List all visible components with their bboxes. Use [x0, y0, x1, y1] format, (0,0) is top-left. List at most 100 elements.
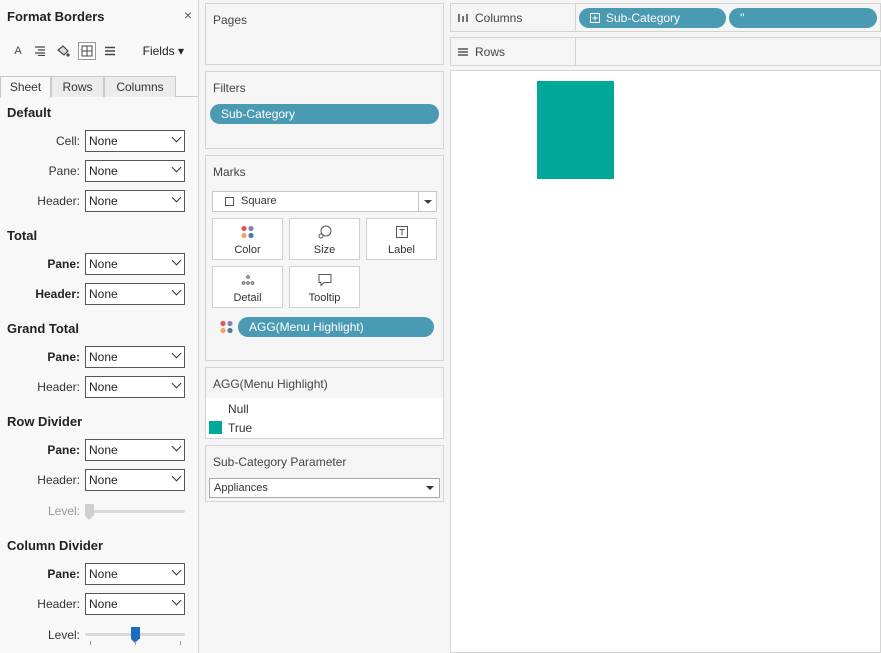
- expand-icon[interactable]: [590, 13, 600, 23]
- grand-total-pane-label: Pane:: [47, 350, 80, 364]
- chevron-down-icon: [171, 348, 182, 359]
- filters-card[interactable]: Filters Sub-Category: [205, 71, 444, 149]
- row-divider-level-label: Level:: [47, 504, 80, 518]
- columns-pill-sub-category[interactable]: Sub-Category: [579, 8, 726, 28]
- chevron-down-icon: [171, 162, 182, 173]
- rows-icon: [458, 48, 468, 56]
- default-header-label: Header:: [37, 194, 80, 208]
- row-divider-header-select[interactable]: None: [85, 469, 185, 491]
- chevron-down-icon: [171, 595, 182, 606]
- color-pill-menu-highlight[interactable]: AGG(Menu Highlight): [238, 317, 434, 337]
- column-divider-pane-select[interactable]: None: [85, 563, 185, 585]
- rows-shelf[interactable]: Rows: [450, 37, 881, 66]
- pages-title: Pages: [213, 13, 248, 27]
- legend-swatch-true[interactable]: [209, 421, 222, 434]
- legend-item-true[interactable]: True: [228, 421, 252, 435]
- section-row-divider-title: Row Divider: [7, 414, 83, 429]
- legend-body: Null True: [206, 398, 443, 438]
- font-tool-icon[interactable]: A: [9, 42, 27, 60]
- parameter-select[interactable]: Appliances: [209, 478, 440, 498]
- lines-tool-icon[interactable]: [101, 42, 119, 60]
- size-icon: [290, 225, 359, 239]
- chevron-down-icon: [171, 378, 182, 389]
- rows-shelf-label: Rows: [457, 45, 505, 59]
- section-total-title: Total: [7, 228, 38, 243]
- size-button[interactable]: Size: [289, 218, 360, 260]
- section-column-divider-title: Column Divider: [7, 538, 104, 553]
- close-icon[interactable]: ×: [184, 7, 192, 23]
- default-header-select[interactable]: None: [85, 190, 185, 212]
- tooltip-icon: [290, 273, 359, 287]
- default-cell-select[interactable]: None: [85, 130, 185, 152]
- chevron-down-icon: [171, 255, 182, 266]
- chevron-down-icon: [171, 471, 182, 482]
- total-pane-select[interactable]: None: [85, 253, 185, 275]
- grand-total-pane-select[interactable]: None: [85, 346, 185, 368]
- row-divider-pane-select[interactable]: None: [85, 439, 185, 461]
- dropdown-arrow-icon: [426, 486, 434, 490]
- square-mark[interactable]: [537, 81, 614, 179]
- total-pane-label: Pane:: [47, 257, 80, 271]
- default-cell-label: Cell:: [55, 134, 80, 148]
- color-icon: [213, 225, 282, 239]
- mark-type-select[interactable]: Square: [212, 191, 437, 212]
- row-divider-header-label: Header:: [37, 473, 80, 487]
- fields-dropdown[interactable]: Fields ▾: [143, 44, 184, 58]
- borders-tool-icon[interactable]: [78, 42, 96, 60]
- columns-shelf[interactable]: Columns Sub-Category '': [450, 3, 881, 32]
- format-tabs: Sheet Rows Columns: [0, 76, 198, 98]
- marks-card: Marks Square Color Size Label Detail Too…: [205, 155, 444, 361]
- legend-item-null[interactable]: Null: [228, 402, 249, 416]
- row-divider-pane-label: Pane:: [47, 443, 80, 457]
- detail-icon: [213, 273, 282, 287]
- tab-rows[interactable]: Rows: [51, 76, 104, 97]
- chevron-down-icon: [171, 285, 182, 296]
- parameter-card: Sub-Category Parameter Appliances: [205, 445, 444, 502]
- parameter-title: Sub-Category Parameter: [213, 455, 347, 469]
- chevron-down-icon: [171, 565, 182, 576]
- view-canvas[interactable]: [450, 70, 881, 653]
- column-divider-level-label: Level:: [47, 628, 80, 642]
- total-header-label: Header:: [35, 287, 80, 301]
- format-pane: Format Borders × A Fields ▾ Sheet Rows C…: [0, 0, 199, 653]
- label-button[interactable]: Label: [366, 218, 437, 260]
- color-button[interactable]: Color: [212, 218, 283, 260]
- total-header-select[interactable]: None: [85, 283, 185, 305]
- pages-card[interactable]: Pages: [205, 3, 444, 65]
- legend-title: AGG(Menu Highlight): [213, 377, 328, 391]
- filter-pill-sub-category[interactable]: Sub-Category: [210, 104, 439, 124]
- section-grand-total-title: Grand Total: [7, 321, 79, 336]
- column-divider-pane-label: Pane:: [47, 567, 80, 581]
- legend-card: AGG(Menu Highlight) Null True: [205, 367, 444, 439]
- columns-icon: [458, 14, 468, 22]
- filters-title: Filters: [213, 81, 246, 95]
- chevron-down-icon: [171, 192, 182, 203]
- detail-button[interactable]: Detail: [212, 266, 283, 308]
- chevron-down-icon: [171, 132, 182, 143]
- slider-ticks: [85, 641, 185, 645]
- section-default-title: Default: [7, 105, 52, 120]
- format-pane-title: Format Borders: [7, 9, 105, 24]
- row-divider-level-slider[interactable]: [85, 504, 185, 520]
- columns-shelf-label: Columns: [457, 11, 522, 25]
- tab-sheet[interactable]: Sheet: [0, 76, 51, 98]
- slider-thumb[interactable]: [85, 504, 94, 520]
- marks-title: Marks: [213, 165, 246, 179]
- legend-swatch-null[interactable]: [209, 402, 222, 415]
- alignment-tool-icon[interactable]: [31, 42, 49, 60]
- default-pane-select[interactable]: None: [85, 160, 185, 182]
- dropdown-arrow-icon: [418, 192, 436, 211]
- grand-total-header-select[interactable]: None: [85, 376, 185, 398]
- square-icon: [225, 197, 234, 206]
- tab-columns[interactable]: Columns: [104, 76, 176, 97]
- column-divider-header-label: Header:: [37, 597, 80, 611]
- slider-thumb[interactable]: [130, 627, 140, 643]
- tooltip-button[interactable]: Tooltip: [289, 266, 360, 308]
- color-encoding-icon: [219, 320, 235, 337]
- shading-tool-icon[interactable]: [54, 42, 72, 60]
- label-icon: [367, 225, 436, 239]
- column-divider-level-slider[interactable]: [85, 627, 185, 643]
- columns-pill-empty-string[interactable]: '': [729, 8, 877, 28]
- column-divider-header-select[interactable]: None: [85, 593, 185, 615]
- grand-total-header-label: Header:: [37, 380, 80, 394]
